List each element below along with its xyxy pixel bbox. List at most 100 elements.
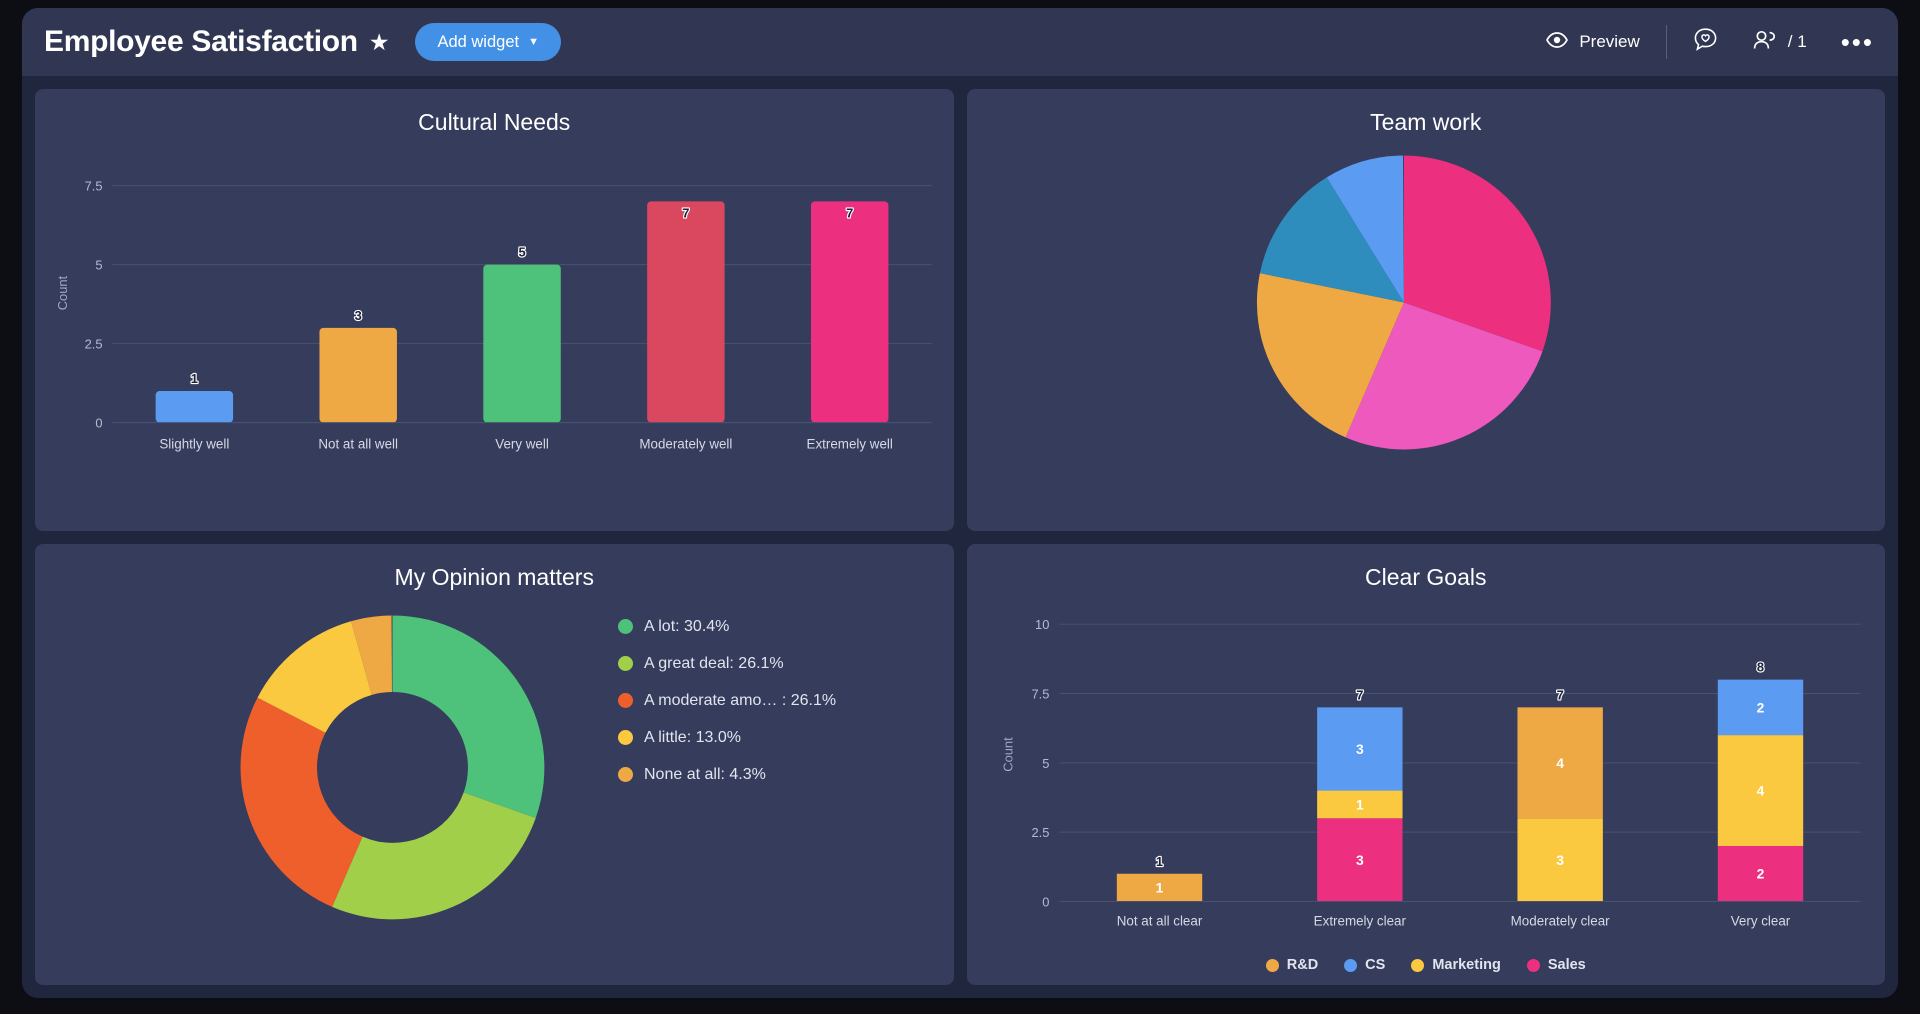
comment-heart-icon [1693, 27, 1718, 57]
legend-color-dot [618, 767, 633, 782]
people-count-label: / 1 [1788, 32, 1807, 52]
svg-text:2.5: 2.5 [1031, 825, 1049, 840]
legend-color-dot [618, 693, 633, 708]
legend-item-label: Marketing [1432, 957, 1501, 973]
legend-item-label: A little: 13.0% [644, 729, 741, 747]
svg-text:5: 5 [1042, 755, 1049, 770]
svg-text:Not at all clear: Not at all clear [1116, 913, 1202, 928]
legend-item-label: R&D [1287, 957, 1318, 973]
svg-text:2: 2 [1756, 699, 1764, 715]
star-icon[interactable]: ★ [369, 29, 390, 56]
legend-color-dot [618, 656, 633, 671]
legend-color-dot [1527, 959, 1540, 972]
svg-text:Count: Count [55, 275, 70, 310]
legend-item[interactable]: A moderate amo… : 26.1% [618, 692, 836, 710]
svg-text:2.5: 2.5 [85, 337, 103, 352]
legend-color-dot [1411, 959, 1424, 972]
people-count-button[interactable]: / 1 [1752, 29, 1807, 56]
bar[interactable] [483, 265, 560, 423]
bar[interactable] [319, 328, 396, 423]
dashboard-app: Employee Satisfaction ★ Add widget ▼ Pre… [22, 8, 1898, 998]
top-bar-actions: Preview / 1 [1546, 25, 1874, 59]
pie-slice[interactable] [392, 615, 544, 817]
legend-item[interactable]: CS [1344, 957, 1385, 973]
svg-text:Moderately well: Moderately well [639, 436, 732, 451]
widget-cultural-needs: Cultural Needs 02.557.5Count1Slightly we… [35, 89, 954, 531]
bar[interactable] [647, 201, 724, 422]
legend-item-label: A lot: 30.4% [644, 618, 729, 636]
widget-team-work: Team work Extremely well: 30.4%Very well… [967, 89, 1886, 531]
svg-text:3: 3 [1355, 740, 1363, 756]
svg-text:1: 1 [191, 371, 198, 386]
legend-color-dot [618, 730, 633, 745]
widget-clear-goals: Clear Goals 02.557.510Count11Not at all … [967, 544, 1886, 986]
team-work-pie-chart[interactable] [967, 89, 1885, 528]
legend-item[interactable]: A little: 13.0% [618, 729, 836, 747]
legend-color-dot [1266, 959, 1279, 972]
legend-item[interactable]: A lot: 30.4% [618, 618, 836, 636]
eye-icon [1546, 32, 1568, 53]
widget-grid: Cultural Needs 02.557.5Count1Slightly we… [22, 76, 1898, 998]
widget-my-opinion-matters: My Opinion matters A lot: 30.4%A great d… [35, 544, 954, 986]
pie-slice[interactable] [241, 697, 363, 906]
svg-text:7: 7 [846, 205, 853, 220]
legend-item-label: Sales [1548, 957, 1586, 973]
svg-text:4: 4 [1756, 782, 1764, 798]
preview-label: Preview [1579, 32, 1639, 52]
legend-item-label: A great deal: 26.1% [644, 655, 784, 673]
svg-text:3: 3 [1556, 851, 1564, 867]
legend-item[interactable]: Marketing [1411, 957, 1501, 973]
pie-slice[interactable] [332, 792, 536, 919]
top-bar: Employee Satisfaction ★ Add widget ▼ Pre… [22, 8, 1898, 76]
svg-text:5: 5 [518, 245, 525, 260]
svg-text:10: 10 [1035, 617, 1049, 632]
svg-text:Very clear: Very clear [1730, 913, 1790, 928]
more-options-button[interactable]: ••• [1841, 37, 1874, 47]
svg-text:Moderately clear: Moderately clear [1510, 913, 1610, 928]
svg-text:4: 4 [1556, 754, 1564, 770]
svg-text:3: 3 [355, 308, 362, 323]
svg-text:7: 7 [1356, 687, 1363, 702]
chevron-down-icon: ▼ [528, 36, 539, 48]
svg-text:7: 7 [1556, 687, 1563, 702]
cultural-needs-bar-chart[interactable]: 0 2.5 5 7.5 Count 1 Slightly well 3 Not at all w… [35, 89, 953, 528]
svg-text:0: 0 [95, 416, 102, 431]
clear-goals-legend: R&D CS Marketing Sales [967, 957, 1886, 973]
svg-text:1: 1 [1155, 853, 1162, 868]
legend-color-dot [618, 619, 633, 634]
svg-text:0: 0 [1042, 894, 1049, 909]
clear-goals-stacked-bar-chart[interactable]: 0 2.5 5 7.5 10 Count 1 1 Not at all clear 3 1 3 7 Ext… [967, 544, 1885, 983]
legend-item-label: CS [1365, 957, 1385, 973]
page-title: Employee Satisfaction [44, 25, 358, 59]
legend-item[interactable]: None at all: 4.3% [618, 766, 836, 784]
svg-text:3: 3 [1355, 851, 1363, 867]
bar[interactable] [156, 391, 233, 423]
svg-text:Count: Count [1000, 736, 1015, 771]
legend-color-dot [1344, 959, 1357, 972]
svg-text:7: 7 [682, 205, 689, 220]
preview-button[interactable]: Preview [1546, 32, 1639, 53]
add-widget-label: Add widget [437, 33, 519, 52]
comment-button[interactable] [1693, 27, 1718, 57]
svg-text:8: 8 [1756, 659, 1763, 674]
svg-text:7.5: 7.5 [85, 179, 103, 194]
bar[interactable] [811, 201, 888, 422]
legend-item-label: A moderate amo… : 26.1% [644, 692, 836, 710]
people-icon [1752, 29, 1780, 56]
svg-text:Not at all well: Not at all well [318, 436, 398, 451]
svg-text:Extremely well: Extremely well [807, 436, 893, 451]
legend-item-label: None at all: 4.3% [644, 766, 766, 784]
svg-text:1: 1 [1155, 879, 1163, 895]
ellipsis-icon: ••• [1841, 37, 1874, 47]
svg-text:2: 2 [1756, 865, 1764, 881]
svg-text:Slightly well: Slightly well [159, 436, 229, 451]
legend-item[interactable]: A great deal: 26.1% [618, 655, 836, 673]
svg-text:Extremely clear: Extremely clear [1313, 913, 1406, 928]
svg-text:Very well: Very well [495, 436, 549, 451]
add-widget-button[interactable]: Add widget ▼ [415, 23, 561, 61]
legend-item[interactable]: Sales [1527, 957, 1586, 973]
legend-item[interactable]: R&D [1266, 957, 1318, 973]
svg-text:1: 1 [1355, 796, 1363, 812]
svg-text:7.5: 7.5 [1031, 686, 1049, 701]
toolbar-divider [1666, 25, 1667, 59]
